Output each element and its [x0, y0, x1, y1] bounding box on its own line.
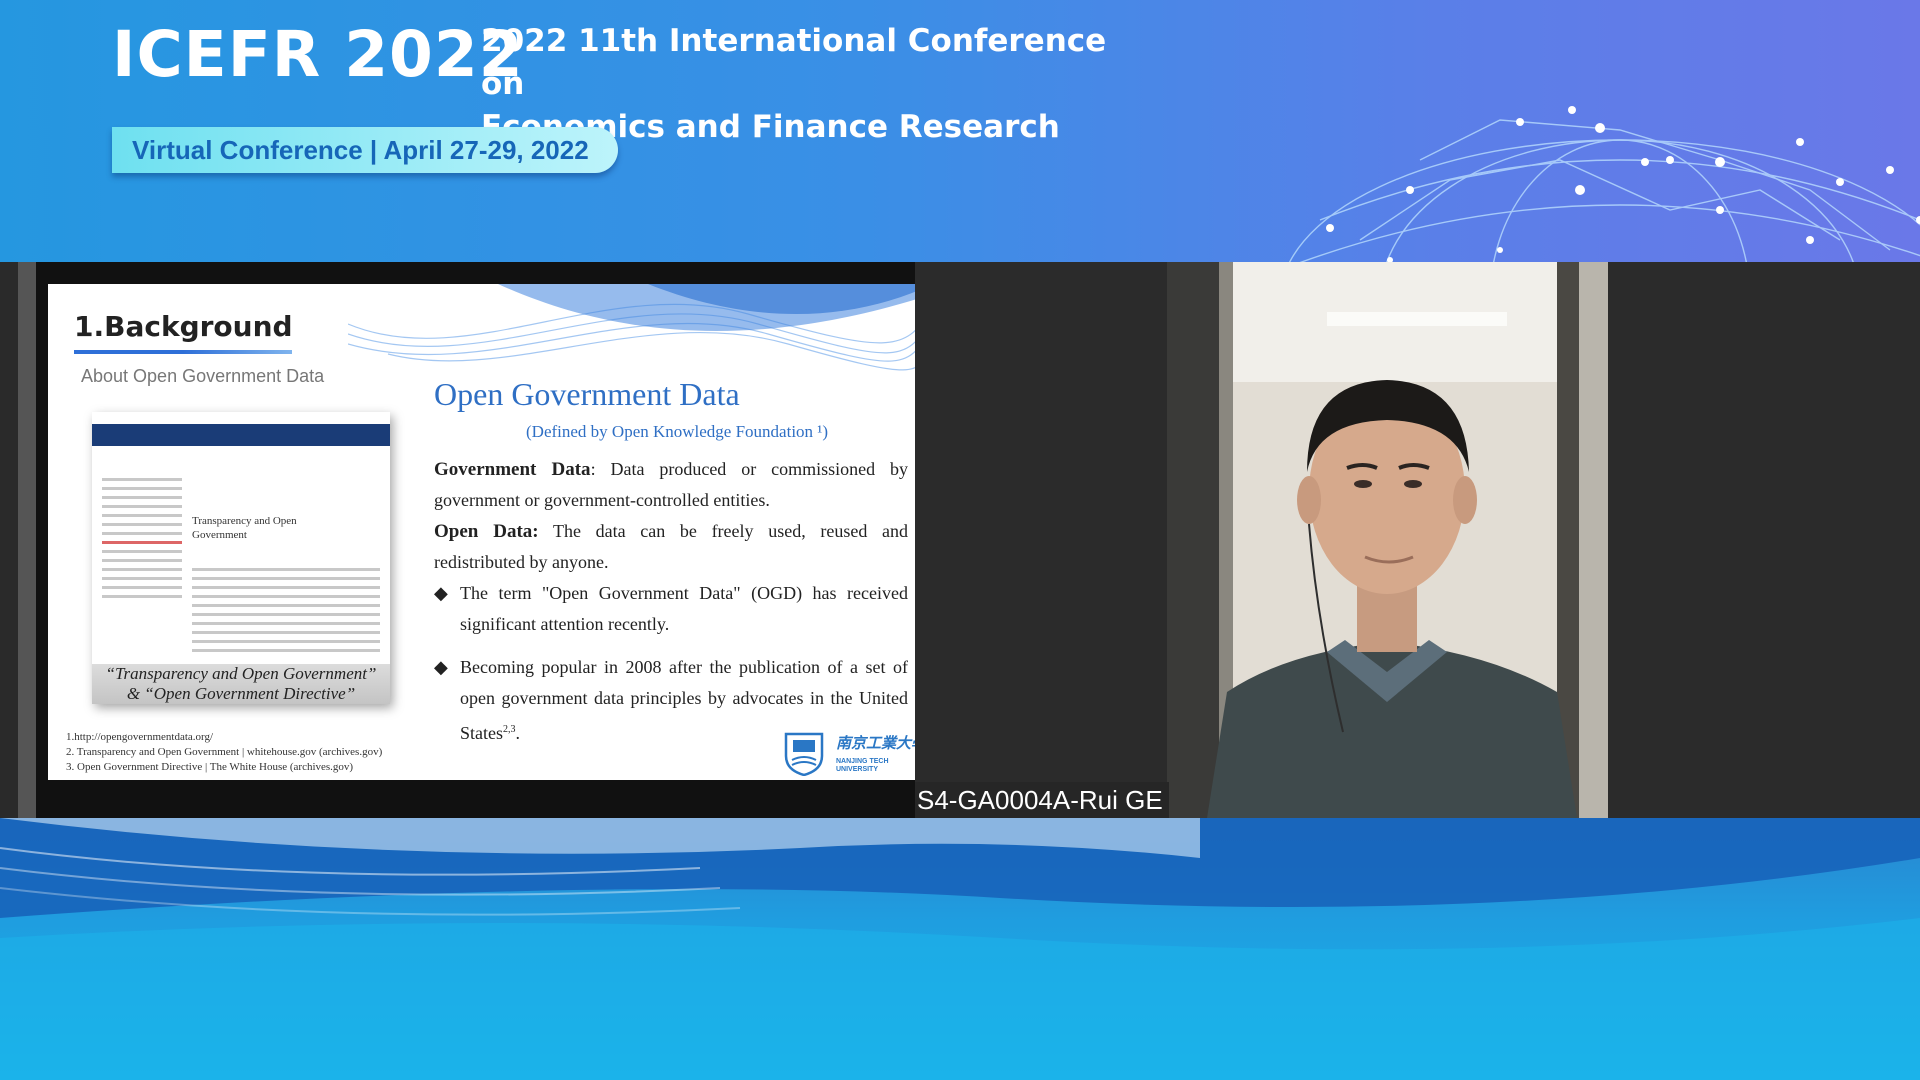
thumbnail-body-text	[192, 562, 380, 658]
slide-references: 1.http://opengovernmentdata.org/ 2. Tran…	[66, 730, 466, 775]
bullet-text-1: The term "Open Government Data" (OGD) ha…	[460, 583, 908, 634]
thumbnail-caption-line1: “Transparency and Open Government”	[105, 664, 377, 683]
thumbnail-caption-line2: & “Open Government Directive”	[126, 684, 356, 703]
slide-section-title: 1.Background	[74, 310, 293, 343]
term-open-data: Open Data:	[434, 521, 539, 542]
participant-camera-view[interactable]	[1167, 262, 1608, 818]
university-name-english-line1: NANJING TECH	[836, 758, 889, 765]
definition-government-data: Government Data: Data produced or commis…	[434, 454, 908, 516]
thumbnail-caption: “Transparency and Open Government” & “Op…	[92, 664, 390, 704]
bottom-wave-background	[0, 818, 1920, 1080]
slide-heading: Open Government Data	[434, 376, 740, 412]
conference-abbreviation: ICEFR 2022	[112, 18, 524, 91]
reference-2: 2. Transparency and Open Government | wh…	[66, 746, 383, 758]
thumbnail-heading-line1: Transparency and Open	[192, 515, 297, 527]
bottom-wave-graphic	[0, 818, 1920, 1080]
term-government-data: Government Data	[434, 459, 591, 480]
participant-name-label: S4-GA0004A-Rui GE	[915, 782, 1169, 818]
university-logo: 南京工業大學 NANJING TECH UNIVERSITY	[784, 730, 929, 778]
screen-share-view[interactable]: 1.Background About Open Government Data …	[18, 262, 933, 818]
globe-network-graphic	[1289, 106, 1920, 262]
whitehouse-page-thumbnail: Transparency and Open Government “Transp…	[92, 412, 390, 704]
slide-title-underline	[74, 350, 292, 354]
conference-banner: ICEFR 2022 2022 11th International Confe…	[0, 0, 1920, 262]
conference-name-line1: 2022 11th International Conference on	[481, 23, 1107, 102]
slide-heading-subtitle: (Defined by Open Knowledge Foundation ¹)	[526, 422, 829, 441]
reference-1: 1.http://opengovernmentdata.org/	[66, 731, 214, 743]
bullet-item: ◆ The term "Open Government Data" (OGD) …	[434, 578, 908, 640]
diamond-bullet-icon: ◆	[434, 583, 448, 603]
thumbnail-nav-bar	[92, 424, 390, 446]
conference-date-badge: Virtual Conference | April 27-29, 2022	[112, 127, 618, 173]
participant-video-image	[1167, 262, 1608, 818]
video-strip: 1.Background About Open Government Data …	[0, 262, 1920, 818]
slide-body: Government Data: Data produced or commis…	[434, 454, 908, 749]
slide-wave-decoration	[348, 284, 933, 374]
bullet-superscript: 2,3	[503, 724, 516, 735]
left-edge-bar	[18, 262, 36, 818]
slide-section-subtitle: About Open Government Data	[81, 366, 325, 386]
definition-open-data: Open Data: The data can be freely used, …	[434, 516, 908, 578]
video-right-panel	[1608, 262, 1920, 818]
video-gap-panel	[915, 262, 1167, 818]
conference-date-text: Virtual Conference | April 27-29, 2022	[132, 135, 589, 165]
university-name-english: NANJING TECH UNIVERSITY	[836, 758, 889, 774]
thumbnail-sidebar	[102, 472, 182, 604]
university-name-chinese: 南京工業大學	[836, 735, 927, 752]
presentation-slide: 1.Background About Open Government Data …	[48, 284, 933, 780]
thumbnail-heading: Transparency and Open Government	[192, 514, 342, 542]
reference-3: 3. Open Government Directive | The White…	[66, 761, 354, 773]
university-name-english-line2: UNIVERSITY	[836, 766, 879, 773]
thumbnail-heading-line2: Government	[192, 529, 247, 541]
university-shield-icon	[784, 732, 824, 776]
